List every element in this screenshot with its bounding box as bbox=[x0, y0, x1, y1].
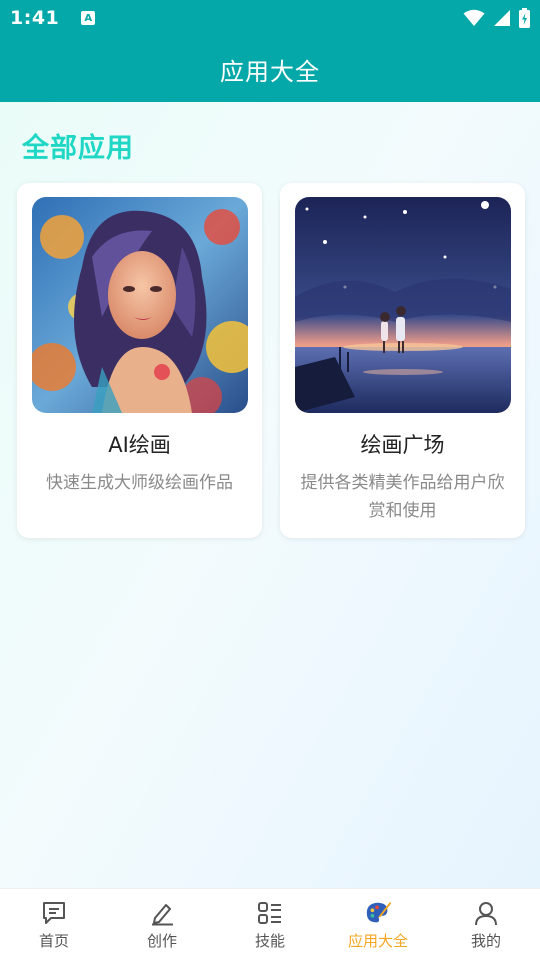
tab-skills[interactable]: 技能 bbox=[216, 889, 324, 960]
section-title: 全部应用 bbox=[22, 133, 134, 164]
page-title: 应用大全 bbox=[220, 57, 320, 86]
notification-icon: A bbox=[81, 11, 96, 25]
app-card-ai-painting[interactable]: AI绘画 快速生成大师级绘画作品 bbox=[17, 183, 262, 538]
tab-label: 技能 bbox=[254, 932, 285, 950]
signal-icon bbox=[494, 10, 510, 26]
status-icons bbox=[463, 8, 530, 28]
grid-list-icon bbox=[256, 899, 284, 927]
app-card-painting-square[interactable]: 绘画广场 提供各类精美作品给用户欣赏和使用 bbox=[280, 183, 525, 538]
tab-all-apps[interactable]: 应用大全 bbox=[324, 889, 432, 960]
tab-home[interactable]: 首页 bbox=[0, 889, 108, 960]
bottom-tab-bar: 首页 创作 技能 应用大全 我的 bbox=[0, 888, 540, 960]
app-description: 提供各类精美作品给用户欣赏和使用 bbox=[300, 473, 505, 521]
tab-label: 应用大全 bbox=[347, 932, 408, 950]
app-description: 快速生成大师级绘画作品 bbox=[46, 473, 233, 493]
pen-icon bbox=[148, 899, 176, 927]
status-bar: 1:41 A bbox=[0, 0, 540, 36]
wifi-icon bbox=[463, 9, 485, 26]
tab-profile[interactable]: 我的 bbox=[432, 889, 540, 960]
tab-label: 首页 bbox=[38, 932, 69, 950]
user-icon bbox=[472, 899, 500, 927]
battery-icon bbox=[519, 8, 530, 28]
main-content[interactable]: 全部应用 AI绘画 快速生成大师级绘画作品 绘画广场 提供各类精美作品给用户欣赏… bbox=[0, 102, 540, 888]
app-title: AI绘画 bbox=[108, 433, 171, 457]
ai-painting-image bbox=[32, 197, 248, 413]
tab-label: 创作 bbox=[146, 932, 177, 950]
status-time: 1:41 bbox=[10, 7, 60, 29]
message-icon bbox=[40, 899, 68, 927]
app-title: 绘画广场 bbox=[360, 433, 445, 457]
tab-label: 我的 bbox=[470, 932, 501, 950]
app-header: 应用大全 bbox=[0, 36, 540, 102]
painting-square-image bbox=[295, 197, 511, 413]
tab-create[interactable]: 创作 bbox=[108, 889, 216, 960]
palette-icon bbox=[364, 899, 392, 927]
